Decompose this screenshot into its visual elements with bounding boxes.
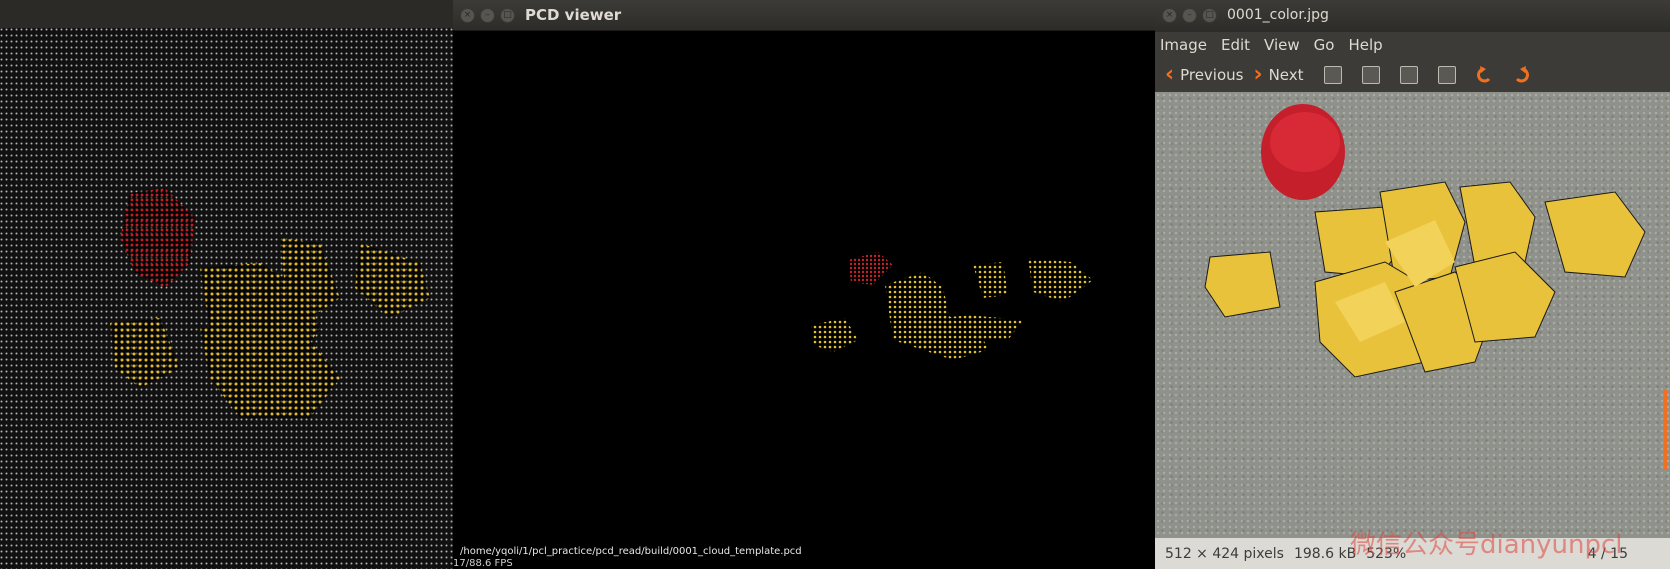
scroll-indicator[interactable] xyxy=(1664,390,1667,470)
image-dimensions: 512 × 424 pixels xyxy=(1165,545,1284,562)
fps-readout: 17/88.6 FPS xyxy=(453,558,513,569)
chevron-left-icon: ‹ xyxy=(1165,62,1175,87)
zoom-out-icon[interactable] xyxy=(1361,66,1380,84)
file-size: 198.6 kB xyxy=(1293,545,1357,562)
close-icon[interactable]: × xyxy=(1162,8,1177,23)
image-viewer-window[interactable]: × – □ 0001_color.jpg Image Edit View Go … xyxy=(1155,0,1670,569)
pcd-window-title: PCD viewer xyxy=(525,6,622,24)
menu-go[interactable]: Go xyxy=(1314,32,1335,58)
menu-view[interactable]: View xyxy=(1264,32,1300,58)
best-fit-icon[interactable] xyxy=(1437,66,1456,84)
maximize-icon[interactable]: □ xyxy=(1202,8,1217,23)
point-cloud-view-left[interactable] xyxy=(0,0,453,569)
watermark: 微信公众号dianyunpcl xyxy=(1350,530,1623,560)
previous-button[interactable]: ‹ Previous xyxy=(1165,62,1244,87)
menu-edit[interactable]: Edit xyxy=(1221,32,1250,58)
zoom-in-icon[interactable] xyxy=(1323,66,1342,84)
point-cloud-render xyxy=(0,28,453,569)
menu-help[interactable]: Help xyxy=(1348,32,1382,58)
menu-image[interactable]: Image xyxy=(1160,32,1207,58)
left-topbar xyxy=(0,0,453,28)
photo-bricks xyxy=(1204,104,1646,378)
normal-size-icon[interactable] xyxy=(1399,66,1418,84)
close-icon[interactable]: × xyxy=(460,8,475,23)
image-viewer-titlebar[interactable]: × – □ 0001_color.jpg xyxy=(1155,0,1670,33)
rotate-right-icon[interactable] xyxy=(1512,65,1532,85)
menubar: Image Edit View Go Help xyxy=(1155,32,1670,58)
next-label: Next xyxy=(1268,66,1304,84)
pcd-titlebar[interactable]: × – □ PCD viewer xyxy=(453,0,1155,31)
image-viewer-title: 0001_color.jpg xyxy=(1227,7,1329,23)
minimize-icon[interactable]: – xyxy=(1182,8,1197,23)
minimize-icon[interactable]: – xyxy=(480,8,495,23)
rotate-left-icon[interactable] xyxy=(1474,65,1494,85)
previous-label: Previous xyxy=(1180,66,1244,84)
toolbar: ‹ Previous › Next xyxy=(1155,58,1670,92)
pcd-canvas[interactable] xyxy=(453,30,1155,569)
chevron-right-icon: › xyxy=(1253,62,1263,87)
next-button[interactable]: › Next xyxy=(1253,62,1304,87)
pcd-viewer-window[interactable]: × – □ PCD viewer /home/yqoli/1/pcl_pract… xyxy=(453,0,1155,569)
image-display[interactable] xyxy=(1155,92,1670,538)
maximize-icon[interactable]: □ xyxy=(500,8,515,23)
pcd-file-path: /home/yqoli/1/pcl_practice/pcd_read/buil… xyxy=(460,546,802,557)
